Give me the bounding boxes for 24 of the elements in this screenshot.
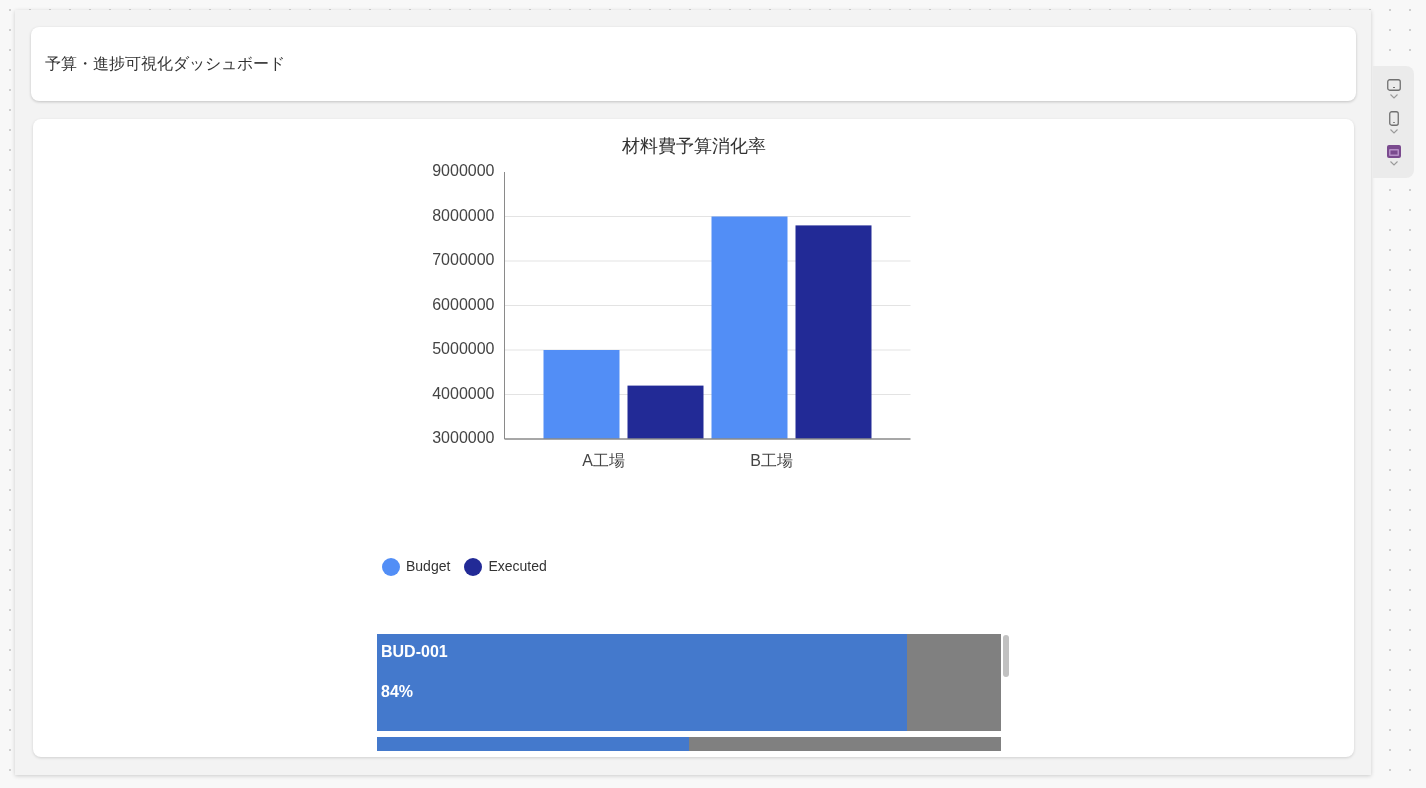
y-tick-label: 5000000 — [431, 340, 494, 358]
app-window-icon[interactable] — [1386, 145, 1401, 158]
legend-label: Executed — [488, 557, 547, 576]
x-axis-label: A工場 — [581, 452, 625, 470]
y-tick-label: 4000000 — [431, 384, 494, 402]
y-tick-label: 9000000 — [431, 162, 494, 180]
budget-id-label: BUD-001 — [381, 642, 448, 662]
budget-progress-track[interactable] — [377, 737, 1001, 751]
budget-progress-track[interactable]: BUD-001 84% — [377, 634, 1001, 731]
chevron-down-icon[interactable] — [1389, 94, 1398, 99]
chevron-down-icon[interactable] — [1389, 161, 1398, 166]
x-axis-label: B工場 — [749, 452, 793, 470]
y-tick-label: 3000000 — [431, 429, 494, 447]
chevron-down-icon[interactable] — [1389, 129, 1398, 134]
phone-icon[interactable] — [1388, 111, 1399, 126]
scrollbar-thumb[interactable] — [1003, 635, 1009, 677]
chart-title: 材料費予算消化率 — [621, 135, 766, 156]
legend-label: Budget — [406, 557, 451, 576]
dashboard-title: 予算・進捗可視化ダッシュボード — [45, 54, 285, 74]
tablet-icon[interactable] — [1386, 79, 1401, 91]
y-tick-label: 8000000 — [431, 206, 494, 224]
y-tick-label: 6000000 — [431, 295, 494, 313]
budget-percent-label: 84% — [381, 682, 414, 702]
y-tick-label: 7000000 — [431, 251, 494, 269]
